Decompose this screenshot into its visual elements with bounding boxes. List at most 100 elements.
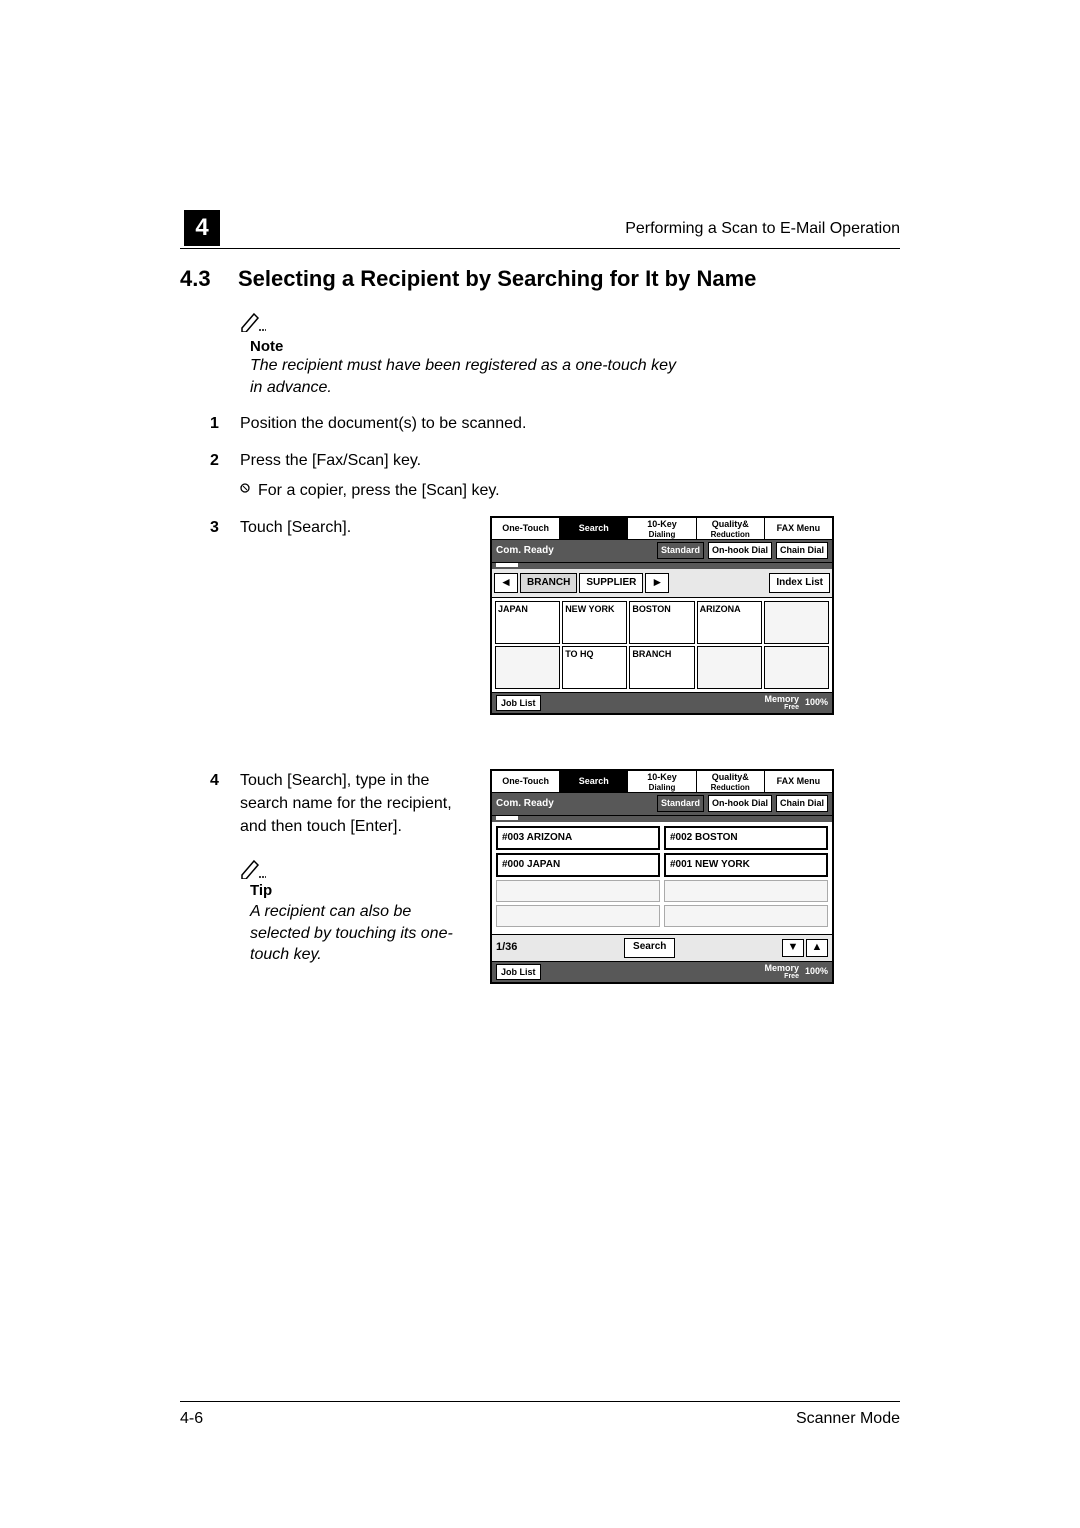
panel1-job-row: Job List MemoryFree 100% (492, 692, 832, 713)
panel2-job-row: Job List MemoryFree 100% (492, 961, 832, 982)
step-2-sub-text: For a copier, press the [Scan] key. (258, 479, 500, 502)
result-newyork[interactable]: #001 NEW YORK (664, 853, 828, 877)
index-right-arrow-icon[interactable]: ► (645, 573, 669, 593)
page-number: 4-6 (180, 1410, 203, 1428)
step-1-num: 1 (210, 412, 240, 435)
step-1: 1 Position the document(s) to be scanned… (210, 412, 900, 435)
standard-button[interactable]: Standard (657, 542, 704, 559)
footer-rule (180, 1401, 900, 1402)
result-boston[interactable]: #002 BOSTON (664, 826, 828, 850)
panel1-index-row: ◄ BRANCH SUPPLIER ► Index List (492, 569, 832, 598)
chapter-badge: 4 (184, 210, 220, 246)
memory-percent: 100% (805, 696, 828, 709)
tab-search[interactable]: Search (560, 518, 628, 540)
step-2: 2 Press the [Fax/Scan] key. For a copier… (210, 449, 900, 501)
onetouch-empty[interactable] (697, 646, 762, 689)
onetouch-japan[interactable]: JAPAN (495, 601, 560, 644)
step-2-sub: For a copier, press the [Scan] key. (240, 479, 900, 502)
tab-fax-menu[interactable]: FAX Menu (765, 518, 832, 540)
panel1-status-row: Com. Ready Standard On-hook Dial Chain D… (492, 540, 832, 563)
tab-quality[interactable]: Quality&Reduction (697, 518, 765, 540)
tip-label: Tip (250, 880, 470, 902)
running-header: Performing a Scan to E-Mail Operation (625, 220, 900, 238)
tab-fax-menu[interactable]: FAX Menu (765, 771, 832, 793)
panel2-tabs: One-Touch Search 10-KeyDialing Quality&R… (492, 771, 832, 793)
step-4-text: Touch [Search], type in the search name … (240, 769, 470, 839)
job-list-button[interactable]: Job List (496, 695, 541, 711)
fax-panel-index: One-Touch Search 10-KeyDialing Quality&R… (490, 516, 834, 715)
onetouch-branch[interactable]: BRANCH (629, 646, 694, 689)
step-3-text: Touch [Search]. (240, 516, 470, 539)
panel2-status-row: Com. Ready Standard On-hook Dial Chain D… (492, 793, 832, 816)
memory-percent: 100% (805, 965, 828, 978)
result-empty[interactable] (664, 905, 828, 927)
section-heading: 4.3Selecting a Recipient by Searching fo… (180, 266, 900, 292)
note-block (240, 310, 900, 332)
index-tab-branch[interactable]: BRANCH (520, 573, 577, 593)
section-title: Selecting a Recipient by Searching for I… (238, 266, 756, 291)
com-ready-label: Com. Ready (496, 544, 653, 559)
scroll-up-icon[interactable]: ▲ (806, 939, 828, 957)
onhook-dial-button[interactable]: On-hook Dial (708, 795, 772, 812)
pencil-icon (240, 857, 266, 879)
onetouch-empty[interactable] (764, 646, 829, 689)
onetouch-tohq[interactable]: TO HQ (562, 646, 627, 689)
tab-10key[interactable]: 10-KeyDialing (628, 771, 696, 793)
index-tab-supplier[interactable]: SUPPLIER (579, 573, 643, 593)
result-empty[interactable] (664, 880, 828, 902)
search-button[interactable]: Search (624, 938, 675, 958)
step-4-num: 4 (210, 769, 240, 792)
tab-search[interactable]: Search (560, 771, 628, 793)
tab-one-touch[interactable]: One-Touch (492, 771, 560, 793)
chain-dial-button[interactable]: Chain Dial (776, 542, 828, 559)
hollow-bullet-icon (240, 479, 258, 495)
section-number: 4.3 (180, 266, 238, 292)
result-empty[interactable] (496, 880, 660, 902)
header-rule (180, 248, 900, 249)
page: 4 Performing a Scan to E-Mail Operation … (0, 0, 1080, 1528)
chain-dial-button[interactable]: Chain Dial (776, 795, 828, 812)
tab-10key[interactable]: 10-KeyDialing (628, 518, 696, 540)
onetouch-arizona[interactable]: ARIZONA (697, 601, 762, 644)
onetouch-newyork[interactable]: NEW YORK (562, 601, 627, 644)
tip-text: A recipient can also be selected by touc… (250, 901, 470, 966)
onetouch-empty[interactable] (764, 601, 829, 644)
memory-label: MemoryFree (764, 964, 799, 980)
index-left-arrow-icon[interactable]: ◄ (494, 573, 518, 593)
note-text: The recipient must have been registered … (250, 355, 680, 398)
result-arizona[interactable]: #003 ARIZONA (496, 826, 660, 850)
panel2-search-bottom: 1/36 Search ▼ ▲ (492, 934, 832, 961)
onetouch-empty[interactable] (495, 646, 560, 689)
fax-panel-search: One-Touch Search 10-KeyDialing Quality&R… (490, 769, 834, 984)
result-count: 1/36 (496, 940, 517, 956)
com-ready-label: Com. Ready (496, 797, 653, 812)
index-list-button[interactable]: Index List (769, 573, 830, 593)
job-list-button[interactable]: Job List (496, 964, 541, 980)
result-japan[interactable]: #000 JAPAN (496, 853, 660, 877)
standard-button[interactable]: Standard (657, 795, 704, 812)
step-2-num: 2 (210, 449, 240, 472)
onetouch-boston[interactable]: BOSTON (629, 601, 694, 644)
step-3-num: 3 (210, 516, 240, 539)
cursor-indicator (496, 563, 518, 567)
result-empty[interactable] (496, 905, 660, 927)
panel1-tabs: One-Touch Search 10-KeyDialing Quality&R… (492, 518, 832, 540)
memory-label: MemoryFree (764, 695, 799, 711)
tab-one-touch[interactable]: One-Touch (492, 518, 560, 540)
onhook-dial-button[interactable]: On-hook Dial (708, 542, 772, 559)
step-3: 3 Touch [Search]. One-Touch Search 10-Ke… (210, 516, 900, 715)
step-2-text: Press the [Fax/Scan] key. (240, 449, 900, 472)
pencil-icon (240, 310, 266, 332)
panel1-grid: JAPAN NEW YORK BOSTON ARIZONA TO HQ BRAN… (492, 598, 832, 692)
steps: 1 Position the document(s) to be scanned… (210, 412, 900, 984)
tip-block (240, 856, 470, 879)
panel2-results: #003 ARIZONA #002 BOSTON #000 JAPAN #001… (492, 822, 832, 934)
cursor-indicator (496, 816, 518, 820)
scroll-down-icon[interactable]: ▼ (782, 939, 804, 957)
note-label: Note (250, 338, 900, 355)
step-4: 4 Touch [Search], type in the search nam… (210, 769, 900, 984)
step-1-text: Position the document(s) to be scanned. (240, 412, 900, 435)
footer-title: Scanner Mode (796, 1410, 900, 1428)
content: 4.3Selecting a Recipient by Searching fo… (180, 260, 900, 998)
tab-quality[interactable]: Quality&Reduction (697, 771, 765, 793)
